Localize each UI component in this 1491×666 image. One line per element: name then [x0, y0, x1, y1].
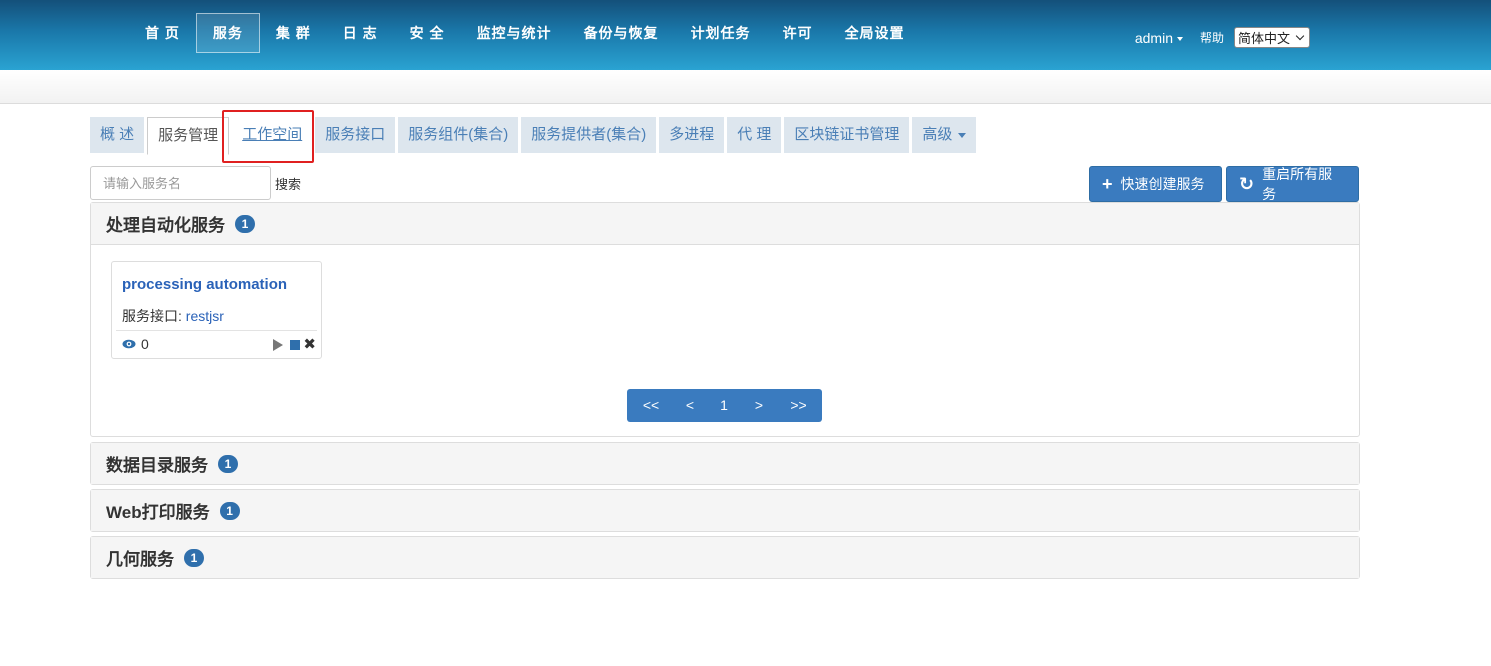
main-nav: 首 页 服务 集 群 日 志 安 全 监控与统计 备份与恢复 计划任务 许可 全…: [129, 13, 921, 53]
pagination: << < 1 > >>: [627, 389, 822, 422]
nav-scheduled-tasks[interactable]: 计划任务: [675, 13, 767, 53]
chevron-down-icon: [1295, 31, 1305, 41]
panel-header[interactable]: Web打印服务 1: [91, 490, 1359, 531]
nav-monitoring[interactable]: 监控与统计: [461, 13, 568, 53]
panel-header[interactable]: 处理自动化服务 1: [91, 203, 1359, 244]
count-badge: 1: [235, 214, 255, 233]
tab-advanced-label: 高级: [922, 126, 953, 143]
nav-backup[interactable]: 备份与恢复: [568, 13, 675, 53]
service-search-input[interactable]: [90, 166, 271, 200]
page-first-button[interactable]: <<: [627, 389, 675, 422]
card-actions: ✖: [273, 337, 316, 352]
view-count-value: 0: [141, 336, 149, 352]
service-interface-label: 服务接口:: [122, 308, 182, 324]
restart-all-label: 重启所有服务: [1262, 166, 1333, 202]
count-badge: 1: [184, 548, 204, 567]
tab-multiprocess[interactable]: 多进程: [659, 117, 725, 153]
nav-security[interactable]: 安 全: [394, 13, 461, 53]
panel-geometry: 几何服务 1: [90, 536, 1360, 579]
tab-workspace[interactable]: 工作空间: [232, 117, 313, 153]
nav-logs[interactable]: 日 志: [327, 13, 394, 53]
restart-all-services-button[interactable]: ↻ 重启所有服务: [1226, 166, 1359, 202]
quick-create-label: 快速创建服务: [1120, 176, 1205, 192]
caret-down-icon: [958, 132, 967, 138]
sub-header-bar: [0, 70, 1491, 104]
panel-web-print: Web打印服务 1: [90, 489, 1360, 532]
panel-title: 数据目录服务: [106, 456, 208, 475]
panel-title: Web打印服务: [106, 503, 210, 522]
service-tabs: 概 述 服务管理 工作空间 服务接口 服务组件(集合) 服务提供者(集合) 多进…: [90, 117, 979, 155]
quick-create-service-button[interactable]: + 快速创建服务: [1089, 166, 1222, 202]
page-prev-button[interactable]: <: [675, 389, 705, 422]
page-current[interactable]: 1: [705, 389, 743, 422]
play-icon[interactable]: [273, 338, 284, 351]
nav-home[interactable]: 首 页: [129, 13, 196, 53]
user-menu[interactable]: admin: [1135, 30, 1183, 46]
stop-icon[interactable]: [290, 339, 301, 350]
page-next-button[interactable]: >: [743, 389, 775, 422]
nav-cluster[interactable]: 集 群: [260, 13, 327, 53]
nav-services[interactable]: 服务: [195, 13, 260, 53]
count-badge: 1: [219, 501, 240, 520]
service-interface-row: 服务接口: restjsr: [122, 306, 224, 326]
panel-header[interactable]: 几何服务 1: [91, 537, 1359, 578]
count-badge: 1: [218, 454, 238, 473]
view-count: 0: [122, 336, 149, 352]
nav-global-settings[interactable]: 全局设置: [829, 13, 921, 53]
panel-title: 处理自动化服务: [106, 216, 225, 235]
refresh-icon: ↻: [1239, 174, 1255, 194]
eye-icon: [122, 339, 136, 349]
service-card: processing automation 服务接口: restjsr 0 ✖: [111, 261, 322, 359]
service-name-link[interactable]: processing automation: [122, 276, 287, 293]
tab-proxy[interactable]: 代 理: [727, 117, 782, 153]
search-button[interactable]: 搜索: [275, 174, 301, 193]
user-area: admin 帮助 简体中文: [1135, 27, 1310, 48]
language-value: 简体中文: [1238, 31, 1291, 46]
language-select[interactable]: 简体中文: [1234, 27, 1310, 48]
nav-license[interactable]: 许可: [767, 13, 829, 53]
tab-advanced[interactable]: 高级: [912, 117, 977, 153]
panel-header[interactable]: 数据目录服务 1: [91, 443, 1359, 484]
top-navbar: 首 页 服务 集 群 日 志 安 全 监控与统计 备份与恢复 计划任务 许可 全…: [0, 0, 1491, 70]
help-link[interactable]: 帮助: [1200, 29, 1224, 46]
tab-service-providers[interactable]: 服务提供者(集合): [521, 117, 657, 153]
panel-data-catalog: 数据目录服务 1: [90, 442, 1360, 485]
close-icon[interactable]: ✖: [303, 337, 316, 352]
page-last-button[interactable]: >>: [775, 389, 822, 422]
user-name: admin: [1134, 29, 1173, 46]
panel-processing-automation: 处理自动化服务 1 processing automation 服务接口: re…: [90, 202, 1360, 437]
caret-down-icon: [1176, 36, 1183, 41]
tab-service-management[interactable]: 服务管理: [147, 117, 230, 155]
tab-service-interface[interactable]: 服务接口: [315, 117, 396, 153]
panel-title: 几何服务: [106, 550, 174, 569]
divider: [116, 330, 317, 331]
service-interface-link[interactable]: restjsr: [186, 308, 224, 324]
tab-service-components[interactable]: 服务组件(集合): [398, 117, 519, 153]
tab-blockchain-cert[interactable]: 区块链证书管理: [784, 117, 910, 153]
tab-overview[interactable]: 概 述: [90, 117, 145, 153]
plus-icon: +: [1102, 174, 1113, 194]
panel-body: processing automation 服务接口: restjsr 0 ✖: [91, 244, 1359, 436]
